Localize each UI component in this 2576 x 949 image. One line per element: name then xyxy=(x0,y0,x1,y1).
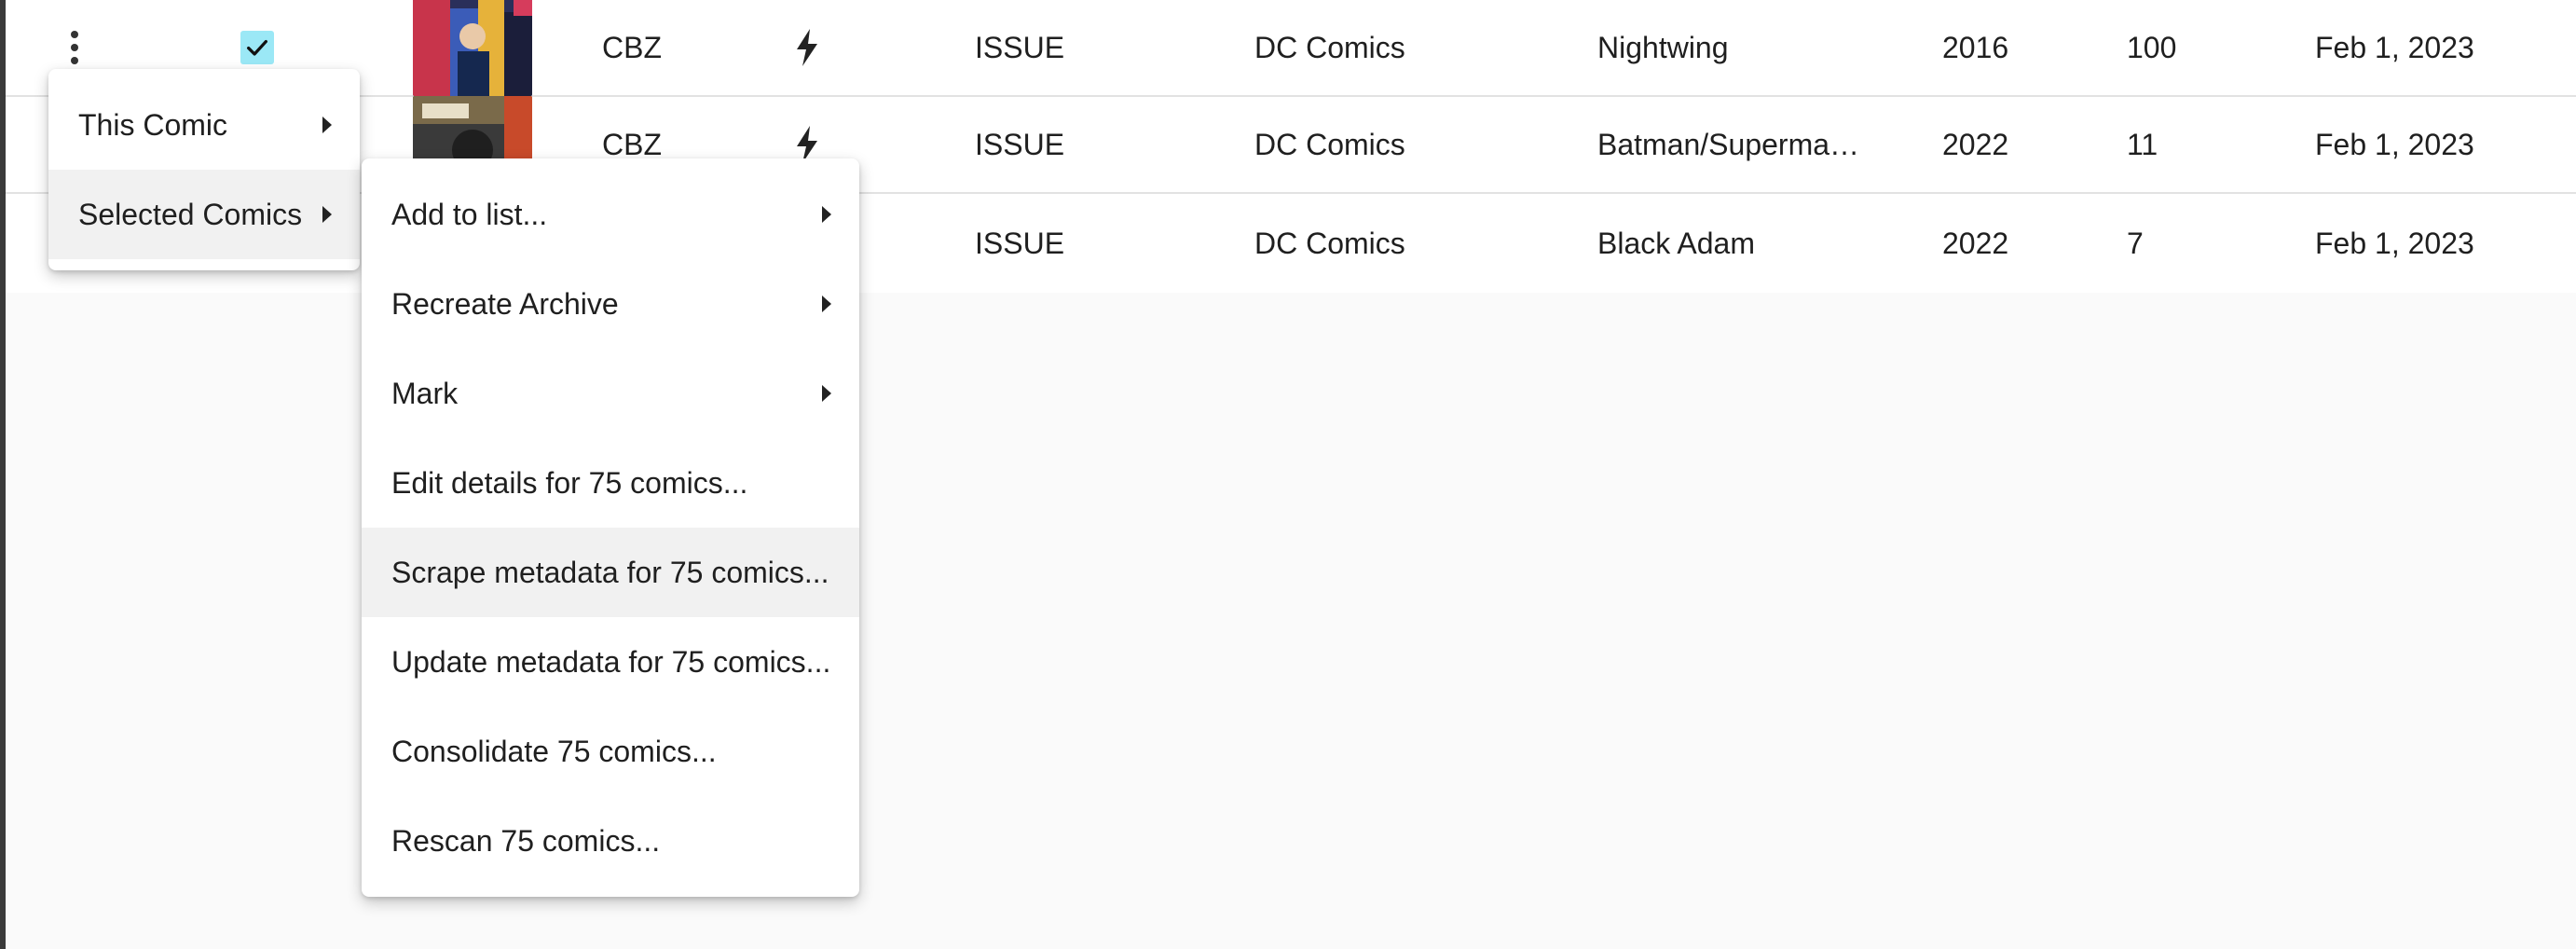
publisher-cell: DC Comics xyxy=(1254,226,1405,260)
menu-item-label: Update metadata for 75 comics... xyxy=(391,644,831,679)
caret-right-icon xyxy=(322,206,332,223)
app-window: CBZ ISSUE DC Comics Nightwing 2016 100 F… xyxy=(0,0,2576,949)
caret-right-icon xyxy=(822,296,831,312)
lightning-bolt-icon[interactable] xyxy=(795,29,819,66)
menu-item-label: Consolidate 75 comics... xyxy=(391,734,717,768)
type-cell: ISSUE xyxy=(975,226,1065,260)
checkbox[interactable] xyxy=(240,31,274,64)
context-menu: This Comic Selected Comics xyxy=(48,69,360,270)
series-cell: Nightwing xyxy=(1597,30,1729,64)
cover-thumbnail[interactable] xyxy=(410,0,535,96)
caret-right-icon xyxy=(822,206,831,223)
menu-item-mark[interactable]: Mark xyxy=(362,349,859,438)
menu-item-add-to-list[interactable]: Add to list... xyxy=(362,170,859,259)
menu-item-selected-comics[interactable]: Selected Comics xyxy=(48,170,360,259)
issue-cell: 100 xyxy=(2127,30,2177,64)
menu-item-consolidate[interactable]: Consolidate 75 comics... xyxy=(362,707,859,796)
format-cell: CBZ xyxy=(602,30,662,64)
menu-item-this-comic[interactable]: This Comic xyxy=(48,80,360,170)
kebab-icon[interactable] xyxy=(71,31,78,64)
checkmark-icon xyxy=(247,39,267,56)
quick-action-button[interactable] xyxy=(788,0,826,95)
date-cell: Feb 1, 2023 xyxy=(2315,226,2474,260)
type-cell: ISSUE xyxy=(975,30,1065,64)
issue-cell: 11 xyxy=(2127,127,2158,161)
menu-item-label: Add to list... xyxy=(391,197,548,231)
publisher-cell: DC Comics xyxy=(1254,30,1405,64)
selected-comics-submenu: Add to list... Recreate Archive Mark Edi… xyxy=(362,158,859,897)
issue-cell: 7 xyxy=(2127,226,2144,260)
lightning-bolt-icon[interactable] xyxy=(795,126,819,163)
menu-item-label: Selected Comics xyxy=(78,197,303,231)
menu-item-recreate-archive[interactable]: Recreate Archive xyxy=(362,259,859,349)
type-cell: ISSUE xyxy=(975,127,1065,161)
menu-item-label: Recreate Archive xyxy=(391,286,619,321)
menu-item-label: This Comic xyxy=(78,107,228,142)
menu-item-label: Rescan 75 comics... xyxy=(391,823,661,858)
series-cell: Black Adam xyxy=(1597,226,1755,260)
cover-image xyxy=(413,0,532,96)
date-cell: Feb 1, 2023 xyxy=(2315,30,2474,64)
caret-right-icon xyxy=(322,117,332,133)
menu-item-edit-details[interactable]: Edit details for 75 comics... xyxy=(362,438,859,528)
menu-item-label: Scrape metadata for 75 comics... xyxy=(391,555,829,589)
menu-item-update-metadata[interactable]: Update metadata for 75 comics... xyxy=(362,617,859,707)
table-row[interactable]: CBZ ISSUE DC Comics Nightwing 2016 100 F… xyxy=(6,0,2576,97)
menu-item-label: Mark xyxy=(391,376,459,410)
menu-item-scrape-metadata[interactable]: Scrape metadata for 75 comics... xyxy=(362,528,859,617)
year-cell: 2022 xyxy=(1942,226,2009,260)
caret-right-icon xyxy=(822,385,831,402)
date-cell: Feb 1, 2023 xyxy=(2315,127,2474,161)
publisher-cell: DC Comics xyxy=(1254,127,1405,161)
menu-item-label: Edit details for 75 comics... xyxy=(391,465,748,500)
year-cell: 2022 xyxy=(1942,127,2009,161)
menu-item-rescan[interactable]: Rescan 75 comics... xyxy=(362,796,859,886)
series-cell: Batman/Superma… xyxy=(1597,127,1860,161)
year-cell: 2016 xyxy=(1942,30,2009,64)
